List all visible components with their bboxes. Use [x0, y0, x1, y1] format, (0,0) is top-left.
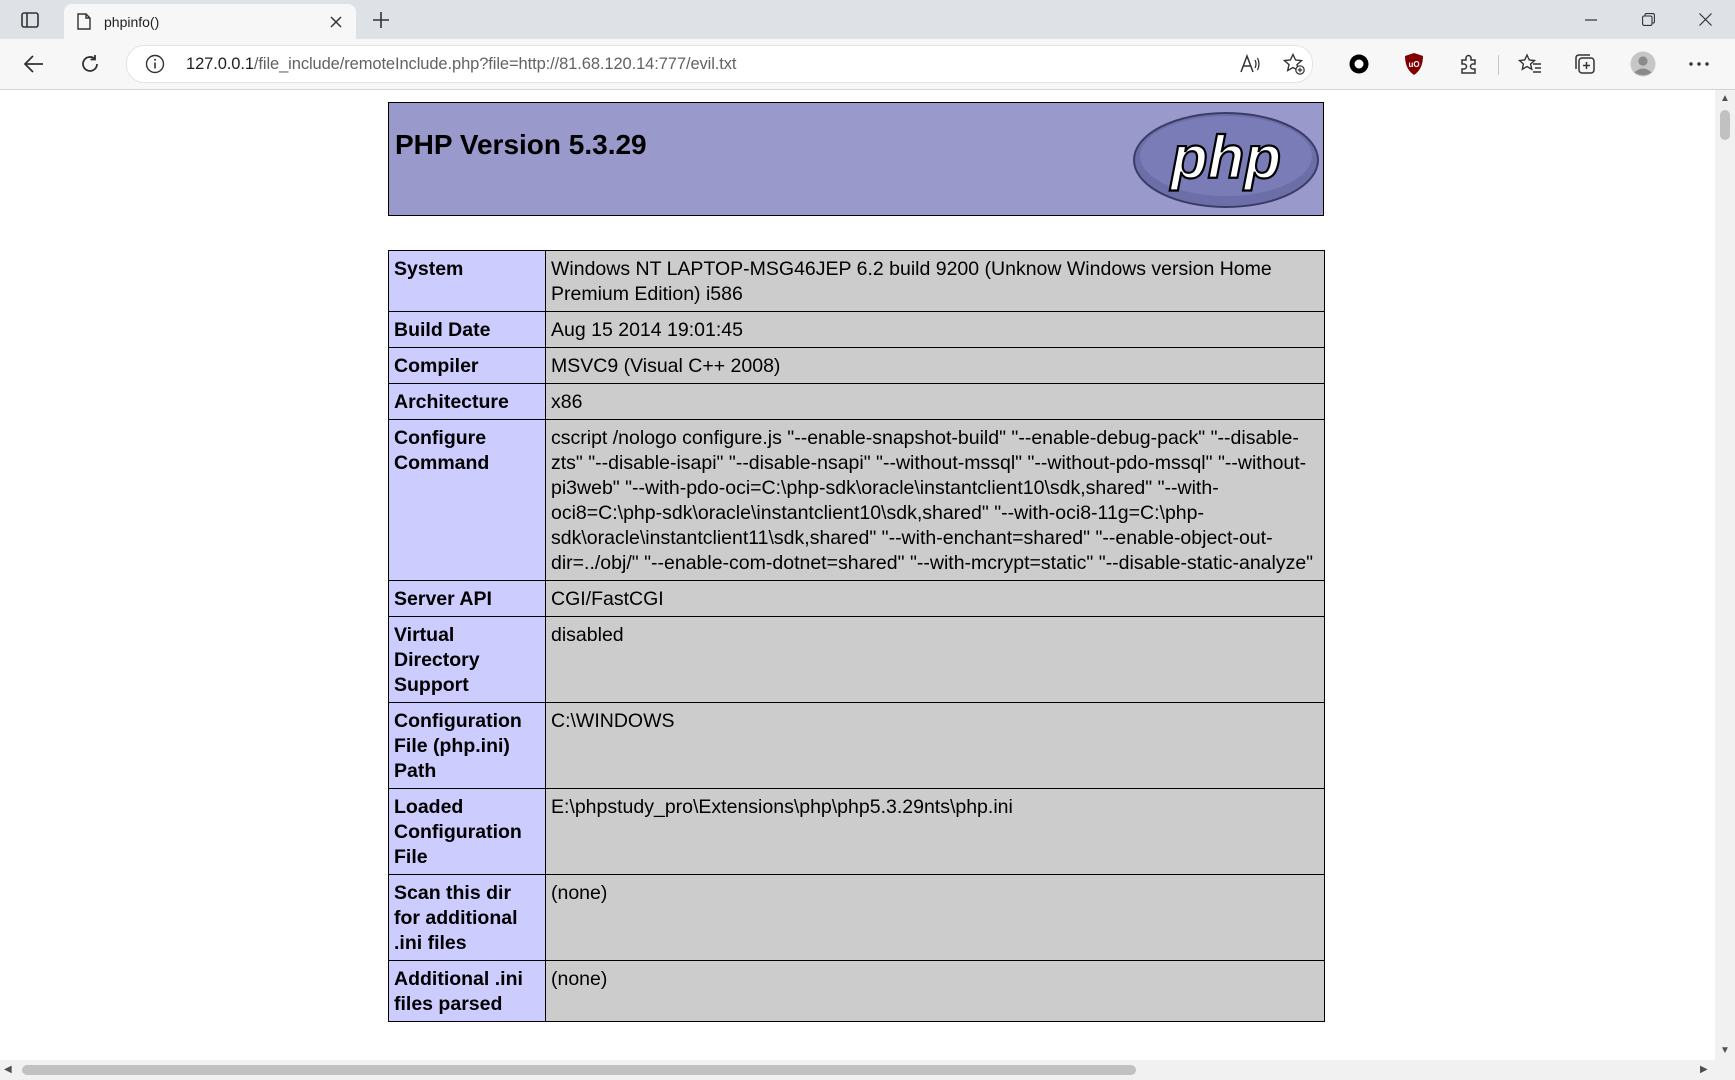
scroll-down-arrow[interactable]: ▼	[1720, 1045, 1730, 1056]
more-icon[interactable]	[1683, 48, 1715, 80]
restore-icon[interactable]	[1620, 0, 1676, 39]
tab-phpinfo[interactable]: phpinfo()	[64, 4, 356, 39]
back-icon[interactable]	[18, 48, 50, 80]
row-value: Windows NT LAPTOP-MSG46JEP 6.2 build 920…	[545, 250, 1325, 312]
url-host: 127.0.0.1	[186, 55, 254, 73]
toolbar: 127.0.0.1/file_include/remoteInclude.php…	[0, 39, 1735, 90]
favorites-icon[interactable]	[1514, 48, 1546, 80]
row-key: System	[388, 250, 546, 312]
profile-icon[interactable]	[1627, 48, 1659, 80]
row-key: Scan this dir for additional .ini files	[388, 874, 546, 961]
table-row: Configure Command cscript /nologo configu…	[388, 419, 1325, 581]
php-info-table: System Windows NT LAPTOP-MSG46JEP 6.2 bui…	[388, 250, 1325, 1022]
add-favorite-icon[interactable]	[1283, 53, 1305, 75]
extensions-icon[interactable]	[1453, 48, 1485, 80]
row-value: (none)	[545, 874, 1325, 961]
row-value: cscript /nologo configure.js "--enable-s…	[545, 419, 1325, 581]
svg-text:uO: uO	[1408, 60, 1419, 69]
table-row: Architecture x86	[388, 383, 1325, 420]
row-key: Server API	[388, 580, 546, 617]
php-header: PHP Version 5.3.29 php	[388, 102, 1324, 216]
row-key: Compiler	[388, 347, 546, 384]
row-value: MSVC9 (Visual C++ 2008)	[545, 347, 1325, 384]
table-row: Compiler MSVC9 (Visual C++ 2008)	[388, 347, 1325, 384]
table-row: Configuration File (php.ini) Path C:\WIND…	[388, 702, 1325, 789]
page-icon	[74, 12, 94, 32]
horizontal-scrollbar[interactable]: ◀ ▶	[0, 1060, 1715, 1080]
table-row: System Windows NT LAPTOP-MSG46JEP 6.2 bui…	[388, 250, 1325, 312]
tab-title: phpinfo()	[104, 13, 160, 30]
info-icon[interactable]	[145, 54, 165, 74]
table-row: Scan this dir for additional .ini files(…	[388, 874, 1325, 961]
php-version-title: PHP Version 5.3.29	[395, 129, 647, 160]
php-logo: php	[1133, 112, 1319, 208]
tab-actions-icon[interactable]	[12, 6, 48, 34]
collections-icon[interactable]	[1569, 48, 1601, 80]
close-icon[interactable]	[324, 10, 348, 34]
scroll-right-arrow[interactable]: ▶	[1700, 1064, 1708, 1075]
row-key: Configuration File (php.ini) Path	[388, 702, 546, 789]
row-value: E:\phpstudy_pro\Extensions\php\php5.3.29…	[545, 788, 1325, 875]
row-key: Configure Command	[388, 419, 546, 581]
scroll-up-arrow[interactable]: ▲	[1720, 93, 1730, 104]
scrollbar-corner	[1715, 1060, 1735, 1080]
refresh-icon[interactable]	[74, 48, 106, 80]
row-value: Aug 15 2014 19:01:45	[545, 311, 1325, 348]
table-row: Additional .ini files parsed (none)	[388, 960, 1325, 1022]
row-key: Architecture	[388, 383, 546, 420]
row-value: x86	[545, 383, 1325, 420]
close-window-icon[interactable]	[1677, 0, 1733, 39]
table-row: Server API CGI/FastCGI	[388, 580, 1325, 617]
row-key: Loaded Configuration File	[388, 788, 546, 875]
extension-circle-icon[interactable]	[1343, 48, 1375, 80]
address-bar[interactable]: 127.0.0.1/file_include/remoteInclude.php…	[126, 45, 1313, 83]
table-row: Build Date Aug 15 2014 19:01:45	[388, 311, 1325, 348]
row-value: disabled	[545, 616, 1325, 703]
url-path: /file_include/remoteInclude.php?file=htt…	[253, 55, 737, 73]
minimize-icon[interactable]	[1563, 0, 1619, 39]
url-text[interactable]: 127.0.0.1/file_include/remoteInclude.php…	[186, 55, 737, 74]
plus-icon[interactable]	[366, 6, 396, 34]
ublock-icon[interactable]: uO	[1398, 48, 1430, 80]
php-logo-text: php	[1169, 124, 1281, 191]
toolbar-separator	[1498, 55, 1499, 75]
vertical-scrollbar[interactable]: ▲ ▼	[1715, 90, 1735, 1060]
table-row: Virtual Directory Support disabled	[388, 616, 1325, 703]
horizontal-scroll-thumb[interactable]	[22, 1065, 1136, 1075]
row-key: Build Date	[388, 311, 546, 348]
row-key: Additional .ini files parsed	[388, 960, 546, 1022]
vertical-scroll-thumb[interactable]	[1720, 110, 1730, 140]
row-value: CGI/FastCGI	[545, 580, 1325, 617]
scroll-left-arrow[interactable]: ◀	[4, 1064, 12, 1075]
row-value: (none)	[545, 960, 1325, 1022]
page-viewport: PHP Version 5.3.29 php System Windows NT …	[0, 90, 1715, 1060]
table-row: Loaded Configuration File E:\phpstudy_pro…	[388, 788, 1325, 875]
read-aloud-icon[interactable]	[1239, 53, 1261, 75]
row-key: Virtual Directory Support	[388, 616, 546, 703]
title-bar: phpinfo()	[0, 0, 1735, 39]
row-value: C:\WINDOWS	[545, 702, 1325, 789]
